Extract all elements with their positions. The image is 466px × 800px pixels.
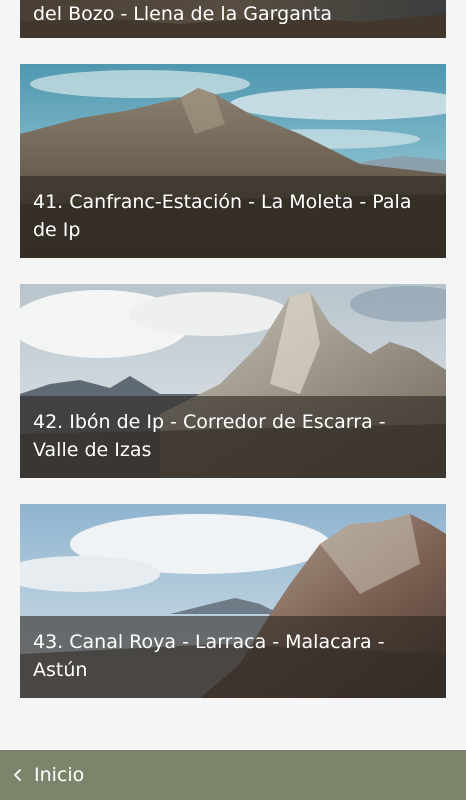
back-button[interactable]: Inicio: [0, 750, 100, 800]
route-title: del Bozo - Llena de la Garganta: [20, 0, 446, 38]
route-card[interactable]: del Bozo - Llena de la Garganta: [20, 0, 446, 38]
chevron-left-icon: [14, 769, 21, 781]
bottom-bar: Inicio: [0, 750, 466, 800]
route-title: 43. Canal Roya - Larraca - Malacara - As…: [20, 616, 446, 698]
route-title: 41. Canfranc-Estación - La Moleta - Pala…: [20, 176, 446, 258]
route-card[interactable]: 41. Canfranc-Estación - La Moleta - Pala…: [20, 64, 446, 258]
route-card[interactable]: 42. Ibón de Ip - Corredor de Escarra - V…: [20, 284, 446, 478]
back-label: Inicio: [34, 764, 85, 786]
route-card[interactable]: 43. Canal Roya - Larraca - Malacara - As…: [20, 504, 446, 698]
route-list-page: del Bozo - Llena de la Garganta 41. Canf…: [0, 0, 466, 800]
route-title: 42. Ibón de Ip - Corredor de Escarra - V…: [20, 396, 446, 478]
